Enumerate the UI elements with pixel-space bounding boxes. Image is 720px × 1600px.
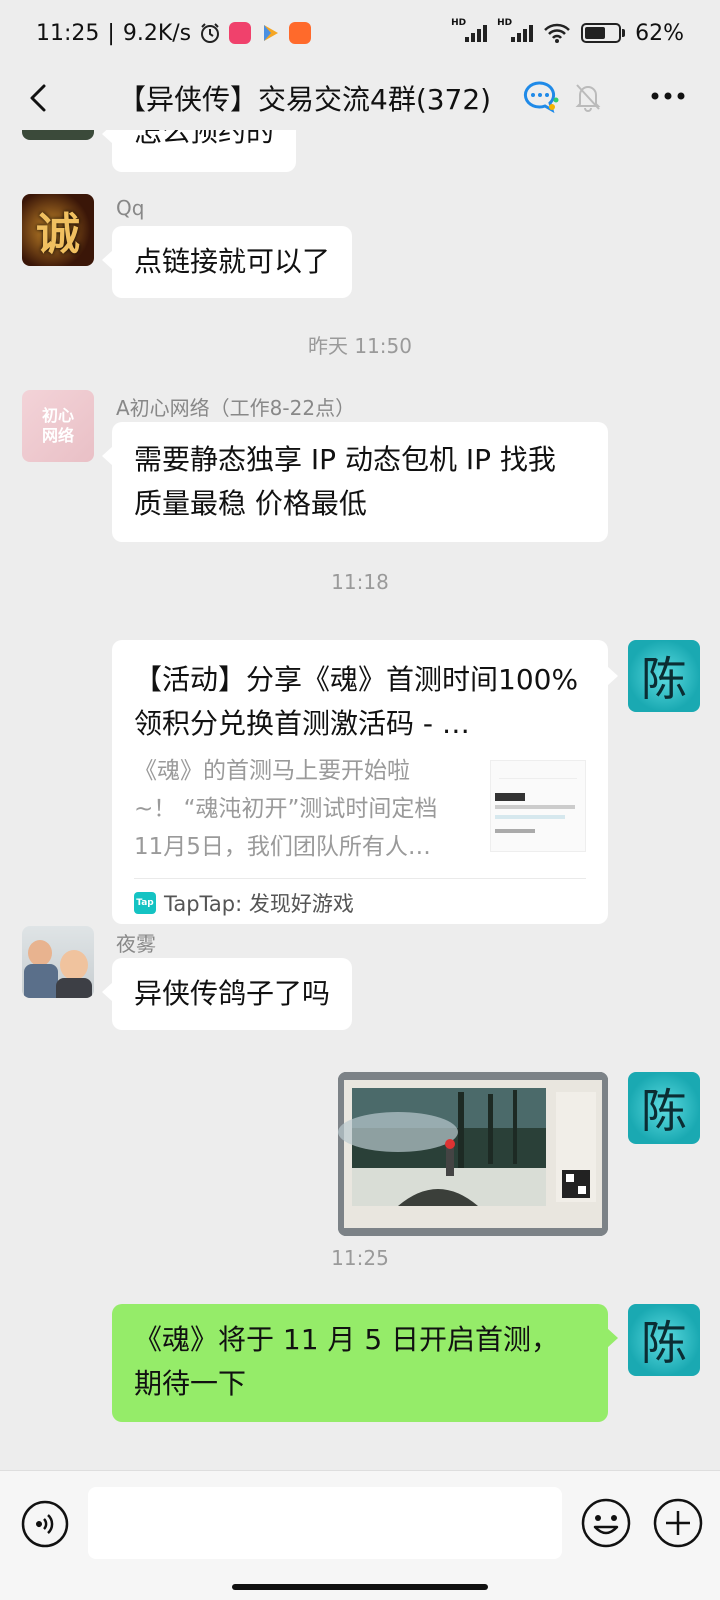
self-avatar[interactable]: 陈 xyxy=(628,1072,700,1144)
home-indicator[interactable] xyxy=(232,1584,488,1590)
shopping-app-icon xyxy=(289,22,312,44)
message-text: 怎么预约的 xyxy=(134,130,275,148)
message-text: 《魂》将于 11 月 5 日开启首测，期待一下 xyxy=(134,1323,560,1400)
avatar[interactable] xyxy=(22,926,94,998)
self-avatar[interactable]: 陈 xyxy=(628,640,700,712)
sender-name: A初心网络（工作8-22点） xyxy=(116,396,356,420)
voice-icon[interactable] xyxy=(20,1499,70,1549)
message-bubble[interactable]: 点链接就可以了 xyxy=(101,226,353,298)
message-input[interactable] xyxy=(88,1487,562,1559)
back-arrow-icon[interactable] xyxy=(22,80,58,116)
link-card-thumbnail xyxy=(490,760,586,852)
wifi-icon xyxy=(544,23,570,43)
timestamp: 昨天 11:50 xyxy=(308,334,412,358)
sender-name: Qq xyxy=(116,196,145,220)
more-dots-icon[interactable] xyxy=(650,90,686,102)
link-card[interactable]: 【活动】分享《魂》首测时间100%领积分兑换首测激活码 - … 《魂》的首测马上… xyxy=(112,640,618,924)
plus-icon[interactable] xyxy=(652,1497,704,1549)
message-bubble[interactable]: 需要静态独享 IP 动态包机 IP 找我 质量最稳 价格最低 xyxy=(102,422,608,542)
status-bar: 11:25 | 9.2K/s HD HD 62% xyxy=(0,0,720,66)
taptap-logo-icon: Tap xyxy=(134,892,156,914)
mute-bell-icon xyxy=(575,84,601,112)
chat-title[interactable]: 【异侠传】交易交流4群(372) xyxy=(118,78,491,118)
timestamp: 11:18 xyxy=(331,570,389,594)
alarm-icon xyxy=(201,23,220,43)
link-card-source-text: TapTap: 发现好游戏 xyxy=(164,892,354,916)
status-time: 11:25 xyxy=(36,20,100,46)
emoji-icon[interactable] xyxy=(580,1497,632,1549)
chat-header: 【异侠传】交易交流4群(372) xyxy=(0,66,720,130)
status-net-speed: 9.2K/s xyxy=(122,20,192,46)
avatar[interactable]: 初心网络 xyxy=(22,390,94,462)
self-message-bubble[interactable]: 《魂》将于 11 月 5 日开启首测，期待一下 xyxy=(112,1304,618,1422)
avatar[interactable] xyxy=(22,130,94,140)
input-bar xyxy=(0,1470,720,1600)
signal-1-icon: HD xyxy=(451,18,488,42)
status-divider: | xyxy=(107,20,115,46)
notification-app-icon xyxy=(229,22,252,44)
sender-name: 夜雾 xyxy=(116,932,156,956)
link-card-title: 【活动】分享《魂》首测时间100%领积分兑换首测激活码 - … xyxy=(134,663,579,740)
link-card-divider xyxy=(134,878,586,879)
message-list[interactable]: 怎么预约的 诚 Qq 点链接就可以了 昨天 11:50 初心网络 A初心网络（工… xyxy=(0,130,720,1470)
message-text: 点链接就可以了 xyxy=(134,245,331,278)
link-card-description: 《魂》的首测马上要开始啦~！ “魂沌初开”测试时间定档11月5日，我们团队所有人… xyxy=(134,758,438,860)
game-screenshot-image xyxy=(338,1072,608,1236)
video-app-icon xyxy=(264,25,279,41)
group-chat-icon[interactable] xyxy=(522,80,560,114)
message-text: 需要静态独享 IP 动态包机 IP 找我 质量最稳 价格最低 xyxy=(134,443,556,520)
self-avatar[interactable]: 陈 xyxy=(628,1304,700,1376)
image-message[interactable] xyxy=(338,1072,608,1236)
battery-percent: 62% xyxy=(635,20,684,46)
message-bubble[interactable]: 怎么预约的 xyxy=(101,130,297,172)
signal-2-icon: HD xyxy=(497,18,534,42)
battery-icon xyxy=(581,23,626,43)
message-bubble[interactable]: 异侠传鸽子了吗 xyxy=(101,958,353,1030)
timestamp: 11:25 xyxy=(331,1246,389,1270)
link-card-source: Tap TapTap: 发现好游戏 xyxy=(134,888,354,918)
avatar[interactable]: 诚 xyxy=(22,194,94,266)
message-text: 异侠传鸽子了吗 xyxy=(134,977,331,1010)
